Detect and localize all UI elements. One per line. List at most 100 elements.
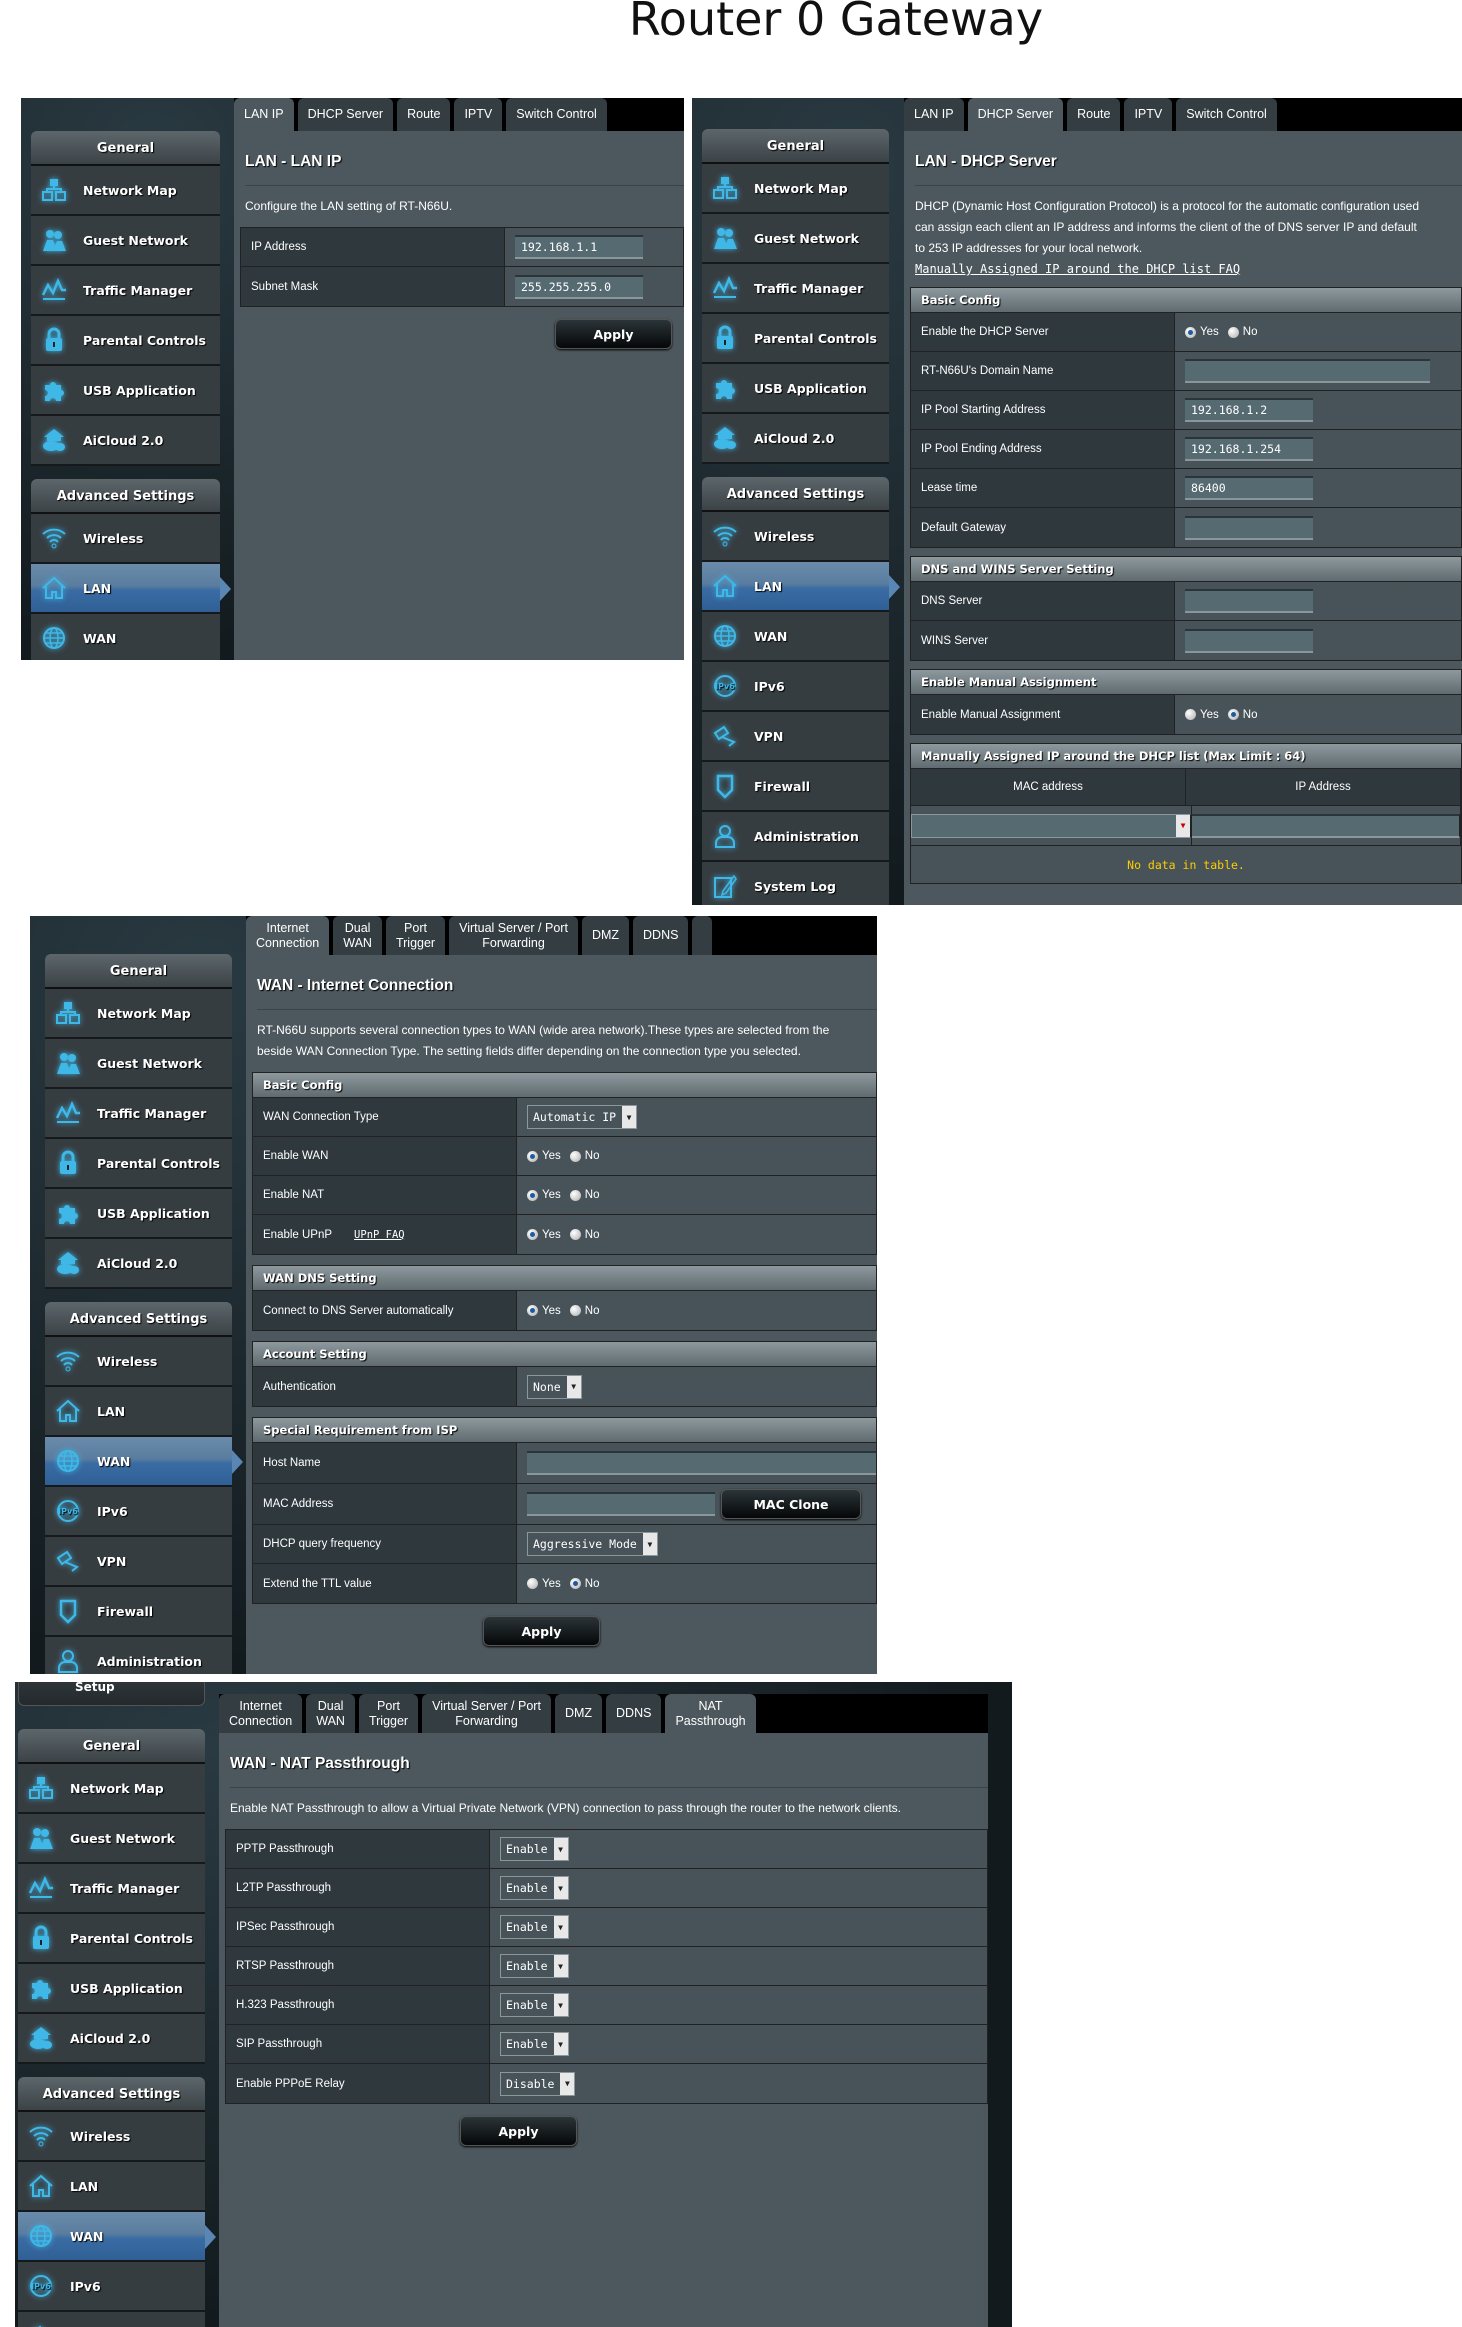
mac-address-input[interactable] — [527, 1492, 715, 1516]
ip-address-input[interactable] — [1192, 813, 1460, 838]
lease-time-input[interactable]: 86400 — [1185, 476, 1313, 500]
tab-item[interactable] — [692, 916, 713, 955]
pptp-passthrough-select[interactable]: Enable ▼ — [500, 1837, 569, 1861]
radio-yes[interactable]: Yes — [527, 1189, 561, 1201]
mac-address-select[interactable]: ▼ — [911, 813, 1191, 838]
radio-button[interactable] — [527, 1150, 538, 1162]
sidebar-item-lan[interactable]: LAN — [18, 2162, 205, 2212]
tab-iptv[interactable]: IPTV — [454, 98, 503, 131]
sidebar-item-network-map[interactable]: Network Map — [702, 164, 889, 214]
sidebar-item-aicloud-2-0[interactable]: AiCloud 2.0 — [702, 414, 889, 464]
sidebar-item-guest-network[interactable]: Guest Network — [31, 216, 220, 266]
radio-yes[interactable]: Yes — [1185, 326, 1219, 338]
chevron-down-icon[interactable]: ▼ — [566, 1375, 581, 1398]
tab-switch-control[interactable]: Switch Control — [506, 98, 607, 131]
tab-dhcp-server[interactable]: DHCP Server — [967, 98, 1064, 131]
sidebar-item-guest-network[interactable]: Guest Network — [702, 214, 889, 264]
radio-button[interactable] — [1185, 709, 1196, 720]
radio-no[interactable]: No — [1227, 326, 1257, 338]
sidebar-item-quick-setup[interactable]: Quick Internet Setup — [18, 1682, 205, 1706]
ip-pool-starting-address-input[interactable]: 192.168.1.2 — [1185, 398, 1313, 422]
sidebar-item-usb-application[interactable]: USB Application — [702, 364, 889, 414]
sidebar-item-wan[interactable]: WAN — [702, 612, 889, 662]
radio-button[interactable] — [1185, 326, 1196, 338]
sidebar-item-usb-application[interactable]: USB Application — [31, 366, 220, 416]
tab-ddns[interactable]: DDNS — [633, 916, 689, 955]
sidebar-item-lan[interactable]: LAN — [45, 1387, 232, 1437]
sidebar-item-traffic-manager[interactable]: Traffic Manager — [18, 1864, 205, 1914]
dns-server-input[interactable] — [1185, 589, 1313, 613]
radio-no[interactable]: No — [569, 1578, 599, 1590]
radio-button[interactable] — [1227, 709, 1239, 720]
authentication-select[interactable]: None ▼ — [527, 1374, 582, 1399]
sidebar-item-ipv6[interactable]: IPv6 IPv6 — [45, 1487, 232, 1537]
ipsec-passthrough-select[interactable]: Enable ▼ — [500, 1915, 569, 1939]
tab-internet-connection[interactable]: Internet Connection — [219, 1694, 303, 1733]
apply-button[interactable]: Apply — [483, 1616, 600, 1646]
upnp-faq-link[interactable]: UPnP FAQ — [354, 1229, 405, 1241]
tab-dmz[interactable]: DMZ — [554, 1694, 603, 1733]
sidebar-item-vpn[interactable]: VPN — [45, 1537, 232, 1587]
tab-ddns[interactable]: DDNS — [606, 1694, 662, 1733]
tab-switch-control[interactable]: Switch Control — [1176, 98, 1277, 131]
tab-dual-wan[interactable]: Dual WAN — [333, 916, 382, 955]
tab-dmz[interactable]: DMZ — [581, 916, 630, 955]
apply-button[interactable]: Apply — [460, 2116, 577, 2146]
chevron-down-icon[interactable]: ▼ — [622, 1106, 637, 1128]
radio-yes[interactable]: Yes — [527, 1305, 561, 1317]
chevron-down-icon[interactable]: ▼ — [642, 1533, 657, 1555]
sidebar-item-wan[interactable]: WAN — [31, 614, 220, 660]
radio-no[interactable]: No — [569, 1229, 599, 1241]
tab-port-trigger[interactable]: Port Trigger — [358, 1694, 419, 1733]
sidebar-item-lan[interactable]: LAN — [702, 562, 900, 612]
sidebar-item-network-map[interactable]: Network Map — [31, 166, 220, 216]
ip-pool-ending-address-input[interactable]: 192.168.1.254 — [1185, 437, 1313, 461]
chevron-down-icon[interactable]: ▼ — [553, 1916, 568, 1938]
enable-pppoe-relay-select[interactable]: Disable ▼ — [500, 2071, 576, 2096]
sidebar-item-firewall[interactable]: Firewall — [702, 762, 889, 812]
sidebar-item-firewall[interactable]: Firewall — [45, 1587, 232, 1637]
sidebar-item-system-log[interactable]: System Log — [702, 862, 889, 905]
radio-yes[interactable]: Yes — [527, 1150, 561, 1162]
sidebar-item-aicloud-2-0[interactable]: AiCloud 2.0 — [45, 1239, 232, 1289]
radio-no[interactable]: No — [569, 1189, 599, 1201]
radio-button[interactable] — [569, 1189, 581, 1201]
sidebar-item-usb-application[interactable]: USB Application — [45, 1189, 232, 1239]
sidebar-item-administration[interactable]: Administration — [702, 812, 889, 862]
sidebar-item-item[interactable] — [18, 2312, 205, 2327]
radio-button[interactable] — [527, 1189, 538, 1201]
sip-passthrough-select[interactable]: Enable ▼ — [500, 2032, 569, 2056]
sidebar-item-usb-application[interactable]: USB Application — [18, 1964, 205, 2014]
dhcp-query-frequency-select[interactable]: Aggressive Mode ▼ — [527, 1532, 658, 1556]
tab-nat-passthrough[interactable]: NAT Passthrough — [665, 1694, 756, 1733]
sidebar-item-parental-controls[interactable]: Parental Controls — [45, 1139, 232, 1189]
chevron-down-icon[interactable]: ▼ — [553, 1877, 568, 1899]
chevron-down-icon[interactable]: ▼ — [553, 2033, 568, 2055]
chevron-down-icon[interactable]: ▼ — [553, 1994, 568, 2016]
radio-yes[interactable]: Yes — [527, 1578, 561, 1590]
sidebar-item-guest-network[interactable]: Guest Network — [18, 1814, 205, 1864]
sidebar-item-wireless[interactable]: Wireless — [45, 1337, 232, 1387]
radio-yes[interactable]: Yes — [527, 1229, 561, 1241]
l2tp-passthrough-select[interactable]: Enable ▼ — [500, 1876, 569, 1900]
sidebar-item-network-map[interactable]: Network Map — [18, 1764, 205, 1814]
rt-n66u-s-domain-name-input[interactable] — [1185, 359, 1430, 383]
tab-lan-ip[interactable]: LAN IP — [904, 98, 964, 131]
wins-server-input[interactable] — [1185, 628, 1313, 653]
radio-button[interactable] — [527, 1229, 538, 1240]
tab-lan-ip[interactable]: LAN IP — [234, 98, 294, 131]
default-gateway-input[interactable] — [1185, 515, 1313, 540]
mac-clone-button[interactable]: MAC Clone — [721, 1489, 861, 1519]
sidebar-item-traffic-manager[interactable]: Traffic Manager — [702, 264, 889, 314]
radio-button[interactable] — [569, 1150, 581, 1162]
tab-internet-connection[interactable]: Internet Connection — [246, 916, 330, 955]
host-name-input[interactable] — [527, 1451, 876, 1475]
radio-button[interactable] — [527, 1305, 538, 1316]
tab-dual-wan[interactable]: Dual WAN — [306, 1694, 355, 1733]
sidebar-item-wan[interactable]: WAN — [45, 1437, 243, 1487]
sidebar-item-wireless[interactable]: Wireless — [31, 514, 220, 564]
sidebar-item-lan[interactable]: LAN — [31, 564, 231, 614]
sidebar-item-wireless[interactable]: Wireless — [18, 2112, 205, 2162]
sidebar-item-traffic-manager[interactable]: Traffic Manager — [31, 266, 220, 316]
tab-route[interactable]: Route — [1067, 98, 1121, 131]
